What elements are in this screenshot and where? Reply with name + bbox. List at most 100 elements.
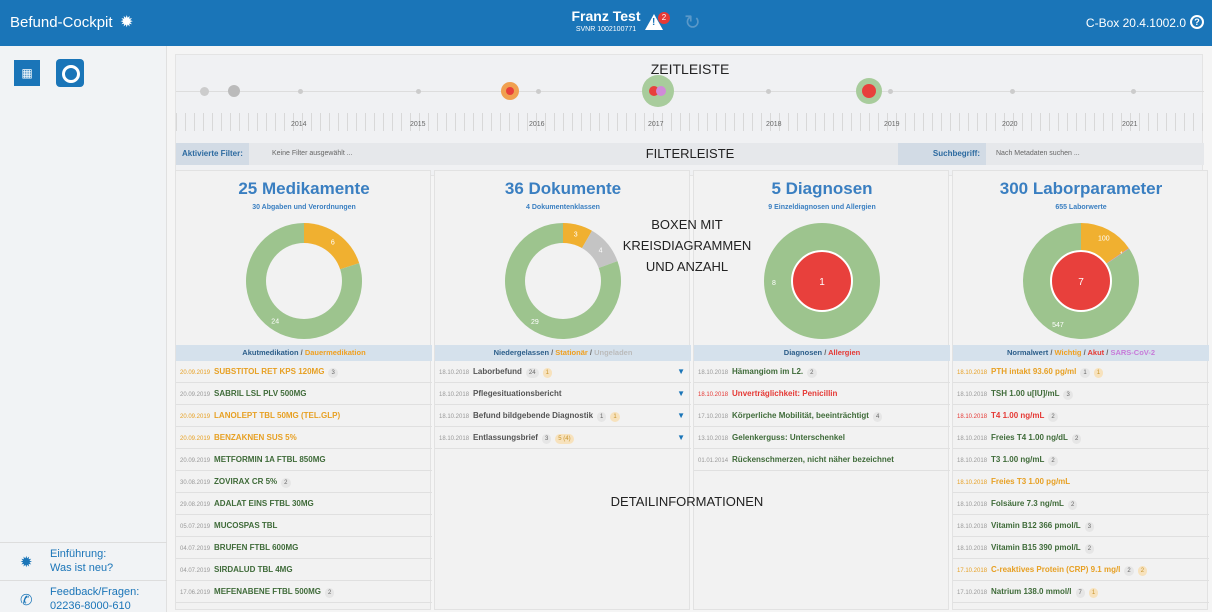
list-item[interactable]: 18.10.2018 Unverträglichkeit: Penicillin: [694, 383, 950, 405]
list-item[interactable]: 13.10.2018 Gelenkerguss: Unterschenkel: [694, 427, 950, 449]
item-date: 30.08.2019: [180, 480, 211, 486]
filter-icon[interactable]: ▼: [677, 383, 685, 404]
list-item[interactable]: 17.10.2018 C-reaktives Protein (CRP) 9.1 …: [953, 559, 1209, 581]
legend-wichtig: Wichtig: [1054, 348, 1082, 357]
item-date: 20.09.2019: [180, 370, 211, 376]
list-item[interactable]: 04.07.2019 SIRDALUD TBL 4MG: [176, 559, 432, 581]
list-item[interactable]: 18.10.2018 T3 1.00 ng/mL 2: [953, 449, 1209, 471]
sidebar-item-feedback[interactable]: ✆ Feedback/Fragen: 02236-8000-610: [0, 580, 167, 612]
list-item[interactable]: 04.07.2019 BRUFEN FTBL 600MG: [176, 537, 432, 559]
item-name: T3 1.00 ng/mL: [991, 455, 1045, 464]
item-date: 18.10.2018: [957, 546, 988, 552]
list-item[interactable]: 18.10.2018 Vitamin B12 366 pmol/L 3: [953, 515, 1209, 537]
list-item[interactable]: 18.10.2018 T4 1.00 ng/mL 2: [953, 405, 1209, 427]
timeline-event[interactable]: [766, 89, 771, 94]
list-item[interactable]: 20.09.2019 LANOLEPT TBL 50MG (TEL.GLP): [176, 405, 432, 427]
item-name: BRUFEN FTBL 600MG: [214, 543, 299, 552]
timeline-event[interactable]: [1010, 89, 1015, 94]
item-date: 17.06.2019: [180, 590, 211, 596]
item-name: MUCOSPAS TBL: [214, 521, 278, 530]
list-item[interactable]: 01.01.2014 Rückenschmerzen, nicht näher b…: [694, 449, 950, 471]
count-badge: 2: [281, 478, 291, 488]
ring-view-icon[interactable]: [56, 59, 84, 87]
item-date: 18.10.2018: [957, 370, 988, 376]
filter-icon[interactable]: ▼: [677, 361, 685, 382]
item-name: SUBSTITOL RET KPS 120MG: [214, 367, 325, 376]
timeline-event[interactable]: [862, 84, 876, 98]
filter-icon[interactable]: ▼: [677, 427, 685, 448]
item-date: 20.09.2019: [180, 414, 211, 420]
labor-card[interactable]: 300 Laborparameter 655 Laborwerte 100 1 54…: [952, 170, 1209, 610]
legend-allergien: Allergien: [828, 348, 861, 357]
timeline-event[interactable]: [536, 89, 541, 94]
dokumente-donut-chart[interactable]: 3 4 29: [498, 219, 628, 343]
timeline-event[interactable]: [416, 89, 421, 94]
list-item[interactable]: 20.09.2019 METFORMIN 1A FTBL 850MG: [176, 449, 432, 471]
item-date: 18.10.2018: [957, 414, 988, 420]
medikamente-donut-chart[interactable]: 6 24: [239, 219, 369, 343]
list-item[interactable]: 18.10.2018 Hämangiom im L2. 2: [694, 361, 950, 383]
count-badge: 1: [1080, 368, 1090, 378]
list-item[interactable]: 17.10.2018 Körperliche Mobilität, beeintr…: [694, 405, 950, 427]
list-item[interactable]: 18.10.2018 PTH intakt 93.60 pg/ml 1 1: [953, 361, 1209, 383]
timeline-year: 2019: [884, 121, 900, 128]
list-item[interactable]: 18.10.2018 TSH 1.00 u[IU]/mL 3: [953, 383, 1209, 405]
sidebar: ▦ ✹ Einführung: Was ist neu? ✆ Feedback/…: [0, 46, 167, 612]
item-date: 20.09.2019: [180, 436, 211, 442]
timeline[interactable]: ZEITLEISTE 2014 2015 2016 2017 2018 2019…: [175, 54, 1204, 176]
count-badge: 2: [1071, 434, 1082, 444]
list-item[interactable]: 18.10.2018 Entlassungsbrief 3 5 (4) ▼: [435, 427, 691, 449]
list-item[interactable]: 29.08.2019 ADALAT EINS FTBL 30MG: [176, 493, 432, 515]
list-item[interactable]: 17.10.2018 Natrium 138.0 mmol/l 7 1: [953, 581, 1209, 603]
timeline-event[interactable]: [298, 89, 303, 94]
timeline-event[interactable]: [656, 86, 666, 96]
donut-hole: [266, 243, 342, 319]
search-input[interactable]: Nach Metadaten suchen ...: [996, 143, 1080, 165]
item-name: Vitamin B12 366 pmol/L: [991, 521, 1081, 530]
count-badge: 2: [1048, 412, 1058, 422]
count-badge: 7: [1075, 588, 1085, 598]
medikamente-card[interactable]: 25 Medikamente 30 Abgaben und Verordnung…: [175, 170, 432, 610]
redo-icon[interactable]: ↻: [684, 10, 701, 35]
list-item[interactable]: 18.10.2018 Befund bildgebende Diagnostik 1…: [435, 405, 691, 427]
count-badge: 3: [1084, 522, 1095, 532]
list-item[interactable]: 30.08.2019 ZOVIRAX CR 5% 2: [176, 471, 432, 493]
diagnosen-donut-chart[interactable]: 81: [757, 219, 887, 343]
list-item[interactable]: 05.07.2019 MUCOSPAS TBL: [176, 515, 432, 537]
list-item[interactable]: 20.09.2019 BENZAKNEN SUS 5%: [176, 427, 432, 449]
grid-view-icon[interactable]: ▦: [14, 60, 40, 86]
list-item[interactable]: 17.06.2019 MEFENABENE FTBL 500MG 2: [176, 581, 432, 603]
labor-donut-chart[interactable]: 10015477: [1016, 219, 1146, 343]
list-item[interactable]: 18.10.2018 Folsäure 7.3 ng/mL 2: [953, 493, 1209, 515]
card-subtitle: 4 Dokumentenklassen: [526, 204, 600, 211]
question-circle-icon[interactable]: ?: [1190, 15, 1204, 29]
timeline-event[interactable]: [200, 87, 209, 96]
sidebar-item-intro[interactable]: ✹ Einführung: Was ist neu?: [0, 542, 167, 580]
list-item[interactable]: 20.09.2019 SABRIL LSL PLV 500MG: [176, 383, 432, 405]
list-item[interactable]: 20.09.2019 SUBSTITOL RET KPS 120MG 3: [176, 361, 432, 383]
timeline-event[interactable]: [1131, 89, 1136, 94]
item-date: 18.10.2018: [439, 436, 470, 442]
medikamente-legend: Akutmedikation / Dauermedikation: [176, 345, 432, 361]
list-item[interactable]: 18.10.2018 Laborbefund 24 1 ▼: [435, 361, 691, 383]
count-badge: 2: [1124, 566, 1134, 576]
card-title: 5 Diagnosen: [771, 179, 873, 198]
sidebar-item-phone: 02236-8000-610: [50, 600, 131, 612]
list-item[interactable]: 18.10.2018 Freies T4 1.00 ng/dL 2: [953, 427, 1209, 449]
boxes-annotation: BOXEN MIT KREISDIAGRAMMEN UND ANZAHL: [612, 214, 762, 277]
legend-sars: SARS-CoV-2: [1110, 348, 1156, 357]
item-date: 18.10.2018: [957, 480, 988, 486]
list-item[interactable]: 18.10.2018 Freies T3 1.00 pg/mL: [953, 471, 1209, 493]
item-name: SIRDALUD TBL 4MG: [214, 565, 293, 574]
dokumente-legend: Niedergelassen / Stationär / Ungeladen: [435, 345, 691, 361]
timeline-event[interactable]: [888, 89, 893, 94]
patient-svnr: SVNR 1002100771: [575, 26, 637, 33]
item-name: BENZAKNEN SUS 5%: [214, 433, 297, 442]
count-badge: 1: [1088, 588, 1099, 598]
timeline-event[interactable]: [506, 87, 514, 95]
list-item[interactable]: 18.10.2018 Pflegesituationsbericht ▼: [435, 383, 691, 405]
timeline-event[interactable]: [228, 85, 240, 97]
item-date: 05.07.2019: [180, 524, 211, 530]
list-item[interactable]: 18.10.2018 Vitamin B15 390 pmol/L 2: [953, 537, 1209, 559]
filter-icon[interactable]: ▼: [677, 405, 685, 426]
